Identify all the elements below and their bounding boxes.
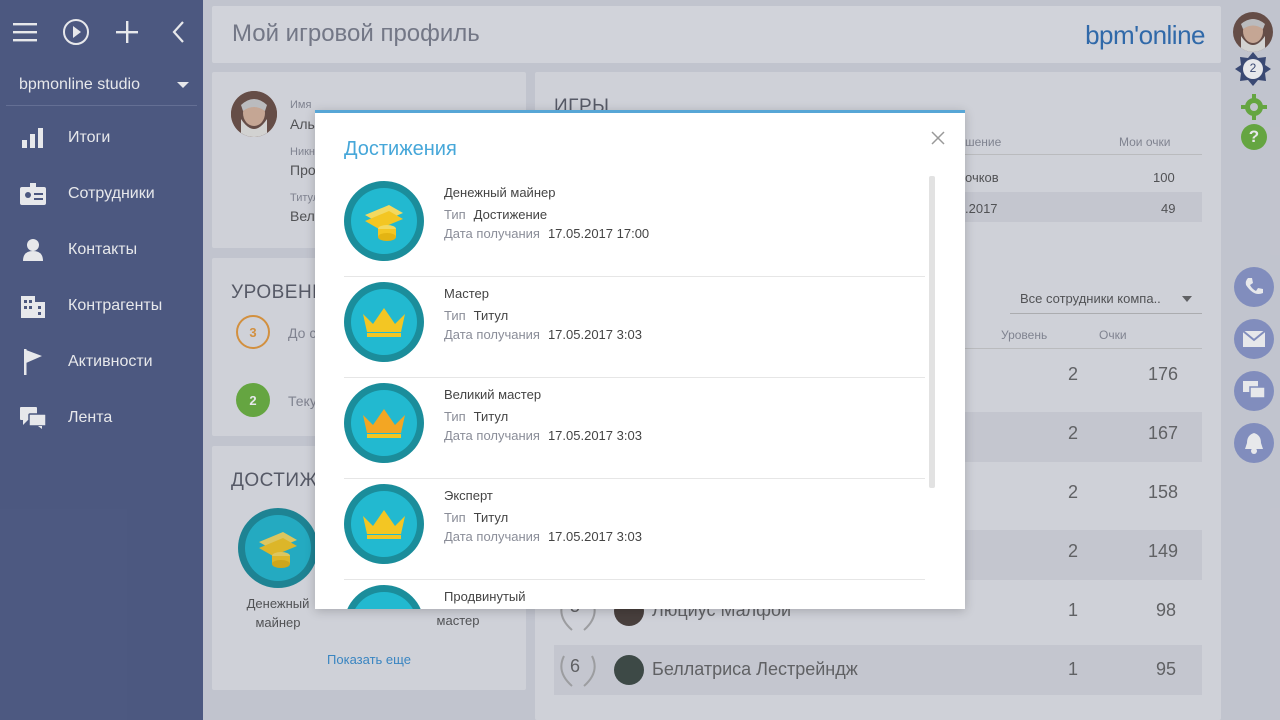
item-name: Великий мастер (444, 387, 542, 402)
achievements-modal: Достижения Денежный майнер Тип Достижение… (315, 110, 965, 609)
item-date-row: Дата получания 17.05.2017 3:03 (444, 428, 642, 443)
coins-icon (365, 205, 403, 241)
item-date-row: Дата получания 17.05.2017 3:03 (444, 327, 642, 342)
item-type-row: Тип Титул (444, 510, 509, 525)
crown-icon (363, 510, 405, 539)
list-item[interactable]: Эксперт Тип Титул Дата получания 17.05.201… (344, 479, 925, 580)
medal-icon (344, 282, 424, 362)
medal-icon (344, 585, 424, 609)
medal-icon (344, 383, 424, 463)
medal-icon (344, 181, 424, 261)
item-type-row: Тип Достижение (444, 207, 548, 222)
achievements-list: Денежный майнер Тип Достижение Дата получ… (344, 176, 925, 609)
item-date-row: Дата получания 17.05.2017 3:03 (444, 529, 642, 544)
item-date-row: Дата получания 17.05.2017 17:00 (444, 226, 650, 241)
item-name: Денежный майнер (444, 185, 556, 200)
list-item[interactable]: Мастер Тип Титул Дата получания 17.05.2017… (344, 277, 925, 378)
item-name: Эксперт (444, 488, 493, 503)
crown-icon (363, 409, 405, 438)
list-item[interactable]: Великий мастер Тип Титул Дата получания 17… (344, 378, 925, 479)
item-name: Мастер (444, 286, 489, 301)
medal-icon (344, 484, 424, 564)
scrollbar[interactable] (929, 176, 935, 488)
crown-icon (363, 308, 405, 337)
item-name: Продвинутый (444, 589, 526, 604)
list-item[interactable]: Продвинутый (344, 580, 925, 609)
list-item[interactable]: Денежный майнер Тип Достижение Дата получ… (344, 176, 925, 277)
item-type-row: Тип Титул (444, 409, 509, 424)
close-icon[interactable] (931, 131, 945, 145)
item-type-row: Тип Титул (444, 308, 509, 323)
modal-title: Достижения (344, 138, 457, 160)
